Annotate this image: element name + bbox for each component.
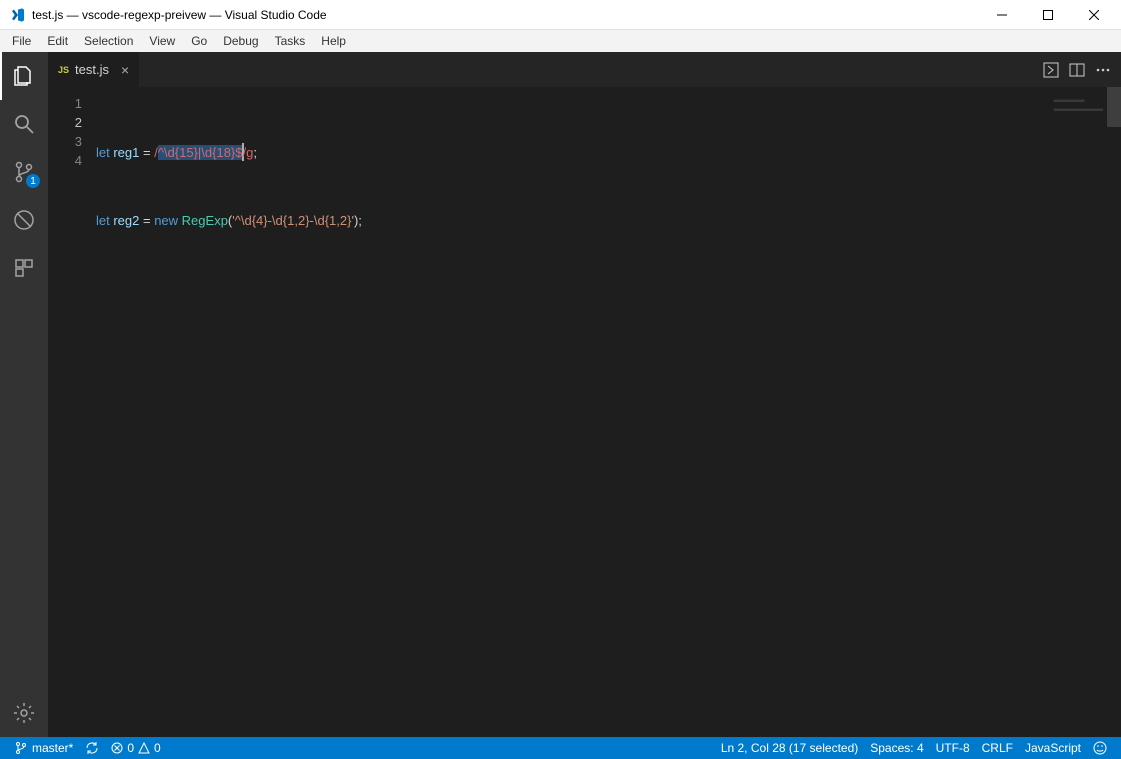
activity-extensions[interactable] <box>0 244 48 292</box>
status-feedback[interactable] <box>1087 741 1113 755</box>
activity-debug[interactable] <box>0 196 48 244</box>
status-indentation[interactable]: Spaces: 4 <box>864 741 929 755</box>
file-type-icon: JS <box>58 65 69 75</box>
line-number: 3 <box>48 132 96 151</box>
menu-debug[interactable]: Debug <box>215 32 266 50</box>
code-area[interactable]: let reg1 = /^\d{15}|\d{18}$/g; let reg2 … <box>96 87 1121 737</box>
editor-toolbar <box>1033 52 1121 87</box>
activity-explorer[interactable] <box>0 52 48 100</box>
menu-edit[interactable]: Edit <box>39 32 76 50</box>
gear-icon <box>12 701 36 725</box>
text-selection: ^\d{15}|\d{18}$ <box>158 145 243 160</box>
scrollbar-thumb[interactable] <box>1107 87 1121 127</box>
tab-close-button[interactable]: × <box>121 62 129 78</box>
editor[interactable]: 1 2 3 4 let reg1 = /^\d{15}|\d{18}$/g; l… <box>48 87 1121 737</box>
activity-search[interactable] <box>0 100 48 148</box>
editor-group: JS test.js × 1 2 3 4 let reg1 = /^\d{15}… <box>48 52 1121 737</box>
activity-scm[interactable]: 1 <box>0 148 48 196</box>
tab-bar: JS test.js × <box>48 52 1121 87</box>
scm-badge: 1 <box>26 174 40 188</box>
more-actions-icon[interactable] <box>1095 62 1111 78</box>
status-git-branch[interactable]: master* <box>8 741 79 755</box>
tab-filename: test.js <box>75 62 109 77</box>
sync-icon <box>85 741 99 755</box>
status-sync[interactable] <box>79 741 105 755</box>
split-editor-icon[interactable] <box>1069 62 1085 78</box>
extensions-icon <box>12 256 36 280</box>
menu-go[interactable]: Go <box>183 32 215 50</box>
regex-preview-icon[interactable] <box>1043 62 1059 78</box>
search-icon <box>12 112 36 136</box>
maximize-button[interactable] <box>1025 0 1071 30</box>
window-title: test.js — vscode-regexp-preivew — Visual… <box>32 8 979 22</box>
files-icon <box>12 64 36 88</box>
warning-icon <box>138 742 150 754</box>
close-window-button[interactable] <box>1071 0 1117 30</box>
window-controls <box>979 0 1117 30</box>
activity-bar: 1 <box>0 52 48 737</box>
code-line: let reg2 = new RegExp('^\d{4}-\d{1,2}-\d… <box>96 211 1121 230</box>
line-number: 1 <box>48 94 96 113</box>
error-icon <box>111 742 123 754</box>
menu-selection[interactable]: Selection <box>76 32 141 50</box>
menu-bar: File Edit Selection View Go Debug Tasks … <box>0 30 1121 52</box>
title-bar: test.js — vscode-regexp-preivew — Visual… <box>0 0 1121 30</box>
status-eol[interactable]: CRLF <box>976 741 1019 755</box>
code-line <box>96 177 1121 196</box>
menu-file[interactable]: File <box>4 32 39 50</box>
line-gutter: 1 2 3 4 <box>48 87 96 737</box>
minimap[interactable]: ▂▂▂▂▂▂▂▂▂▂▂▂▂ <box>1054 93 1103 111</box>
code-line <box>96 109 1121 128</box>
menu-view[interactable]: View <box>141 32 183 50</box>
menu-tasks[interactable]: Tasks <box>267 32 314 50</box>
tab-test-js[interactable]: JS test.js × <box>48 52 139 87</box>
git-branch-icon <box>14 741 28 755</box>
status-encoding[interactable]: UTF-8 <box>930 741 976 755</box>
status-problems[interactable]: 0 0 <box>105 741 166 755</box>
status-language[interactable]: JavaScript <box>1019 741 1087 755</box>
line-number: 2 <box>48 113 96 132</box>
main-area: 1 JS test.js × 1 <box>0 52 1121 737</box>
bug-icon <box>12 208 36 232</box>
menu-help[interactable]: Help <box>313 32 354 50</box>
vscode-logo-icon <box>10 7 26 23</box>
minimize-button[interactable] <box>979 0 1025 30</box>
status-bar: master* 0 0 Ln 2, Col 28 (17 selected) S… <box>0 737 1121 759</box>
smiley-icon <box>1093 741 1107 755</box>
vertical-scrollbar[interactable] <box>1107 87 1121 737</box>
activity-settings[interactable] <box>0 689 48 737</box>
line-number: 4 <box>48 151 96 170</box>
status-cursor-position[interactable]: Ln 2, Col 28 (17 selected) <box>715 741 864 755</box>
code-line: let reg1 = /^\d{15}|\d{18}$/g; <box>96 143 1121 162</box>
